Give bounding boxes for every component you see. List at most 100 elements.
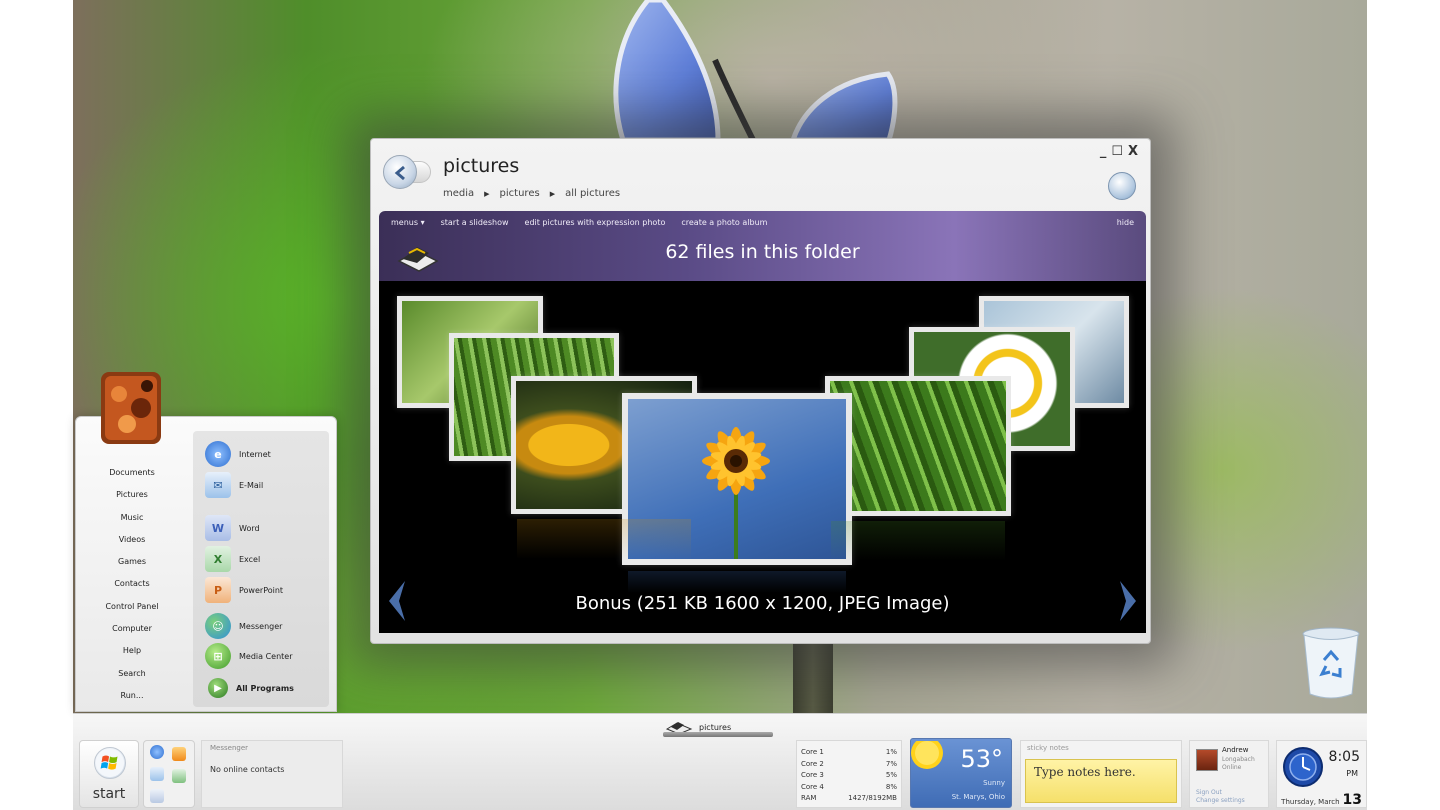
start-item-computer[interactable]: Computer (76, 618, 188, 640)
next-photo-icon[interactable] (1114, 579, 1140, 623)
photo-reflection (628, 571, 846, 593)
photo-reflection (831, 521, 1005, 561)
taskbar: pictures start Messenger No online conta… (73, 713, 1367, 810)
active-task-indicator (663, 732, 773, 737)
help-icon[interactable] (1108, 172, 1136, 200)
program-messenger[interactable]: ☺ Messenger (205, 611, 282, 641)
internet-explorer-icon: e (205, 441, 231, 467)
recycle-bin-icon[interactable] (1300, 626, 1362, 700)
clock-gadget[interactable]: 8:05 PM Thursday, March 13 (1276, 740, 1367, 808)
cpu-row: Core 4 8% (801, 782, 897, 794)
back-button[interactable] (383, 155, 417, 189)
hide-button[interactable]: hide (1117, 218, 1134, 227)
messenger-status: No online contacts (210, 765, 285, 774)
edit-pictures-button[interactable]: edit pictures with expression photo (525, 218, 666, 227)
excel-icon: X (205, 546, 231, 572)
breadcrumb-separator: ▶ (484, 189, 490, 198)
arrow-right-icon: ▶ (208, 678, 228, 698)
messenger-gadget: Messenger No online contacts (201, 740, 343, 808)
sun-icon (911, 741, 943, 769)
start-item-control-panel[interactable]: Control Panel (76, 596, 188, 618)
cpu-meter-gadget: Core 1 1% Core 2 7% Core 3 5% Core 4 8% RAM 1… (796, 740, 902, 808)
user-picture[interactable] (97, 368, 165, 448)
start-item-games[interactable]: Games (76, 551, 188, 573)
start-item-help[interactable]: Help (76, 640, 188, 662)
program-internet[interactable]: e Internet (205, 439, 271, 469)
program-label: Messenger (239, 621, 283, 631)
cpu-row: Core 3 5% (801, 770, 897, 782)
photo-carousel: Bonus (251 KB 1600 x 1200, JPEG Image) (379, 281, 1146, 633)
messenger-title: Messenger (210, 744, 249, 752)
start-button[interactable]: start (79, 740, 139, 808)
clock-date-day: 13 (1342, 792, 1362, 808)
quick-launch (143, 740, 195, 808)
taskbar-pictures-button[interactable]: pictures (663, 716, 773, 738)
photo-thumbnail[interactable] (825, 376, 1011, 516)
sticky-notes-gadget: sticky notes Type notes here. (1020, 740, 1182, 808)
breadcrumb: media ▶ pictures ▶ all pictures (443, 188, 620, 199)
start-item-documents[interactable]: Documents (76, 462, 188, 484)
maximize-button[interactable]: ☐ (1111, 144, 1123, 159)
previous-photo-icon[interactable] (385, 579, 411, 623)
weather-location: St. Marys, Ohio (951, 793, 1005, 801)
start-item-videos[interactable]: Videos (76, 529, 188, 551)
change-settings-link[interactable]: Change settings (1196, 797, 1245, 805)
cpu-row: Core 1 1% (801, 747, 897, 759)
cpu-label: Core 4 (801, 782, 824, 791)
program-email[interactable]: ✉ E-Mail (205, 470, 263, 500)
avatar[interactable] (1196, 749, 1218, 771)
internet-explorer-icon[interactable] (150, 745, 164, 759)
all-programs-button[interactable]: ▶ All Programs (205, 673, 294, 703)
messenger-icon: ☺ (205, 613, 231, 639)
start-item-music[interactable]: Music (76, 507, 188, 529)
program-label: E-Mail (239, 480, 264, 490)
weather-gadget[interactable]: 53° Sunny St. Marys, Ohio (910, 738, 1012, 808)
powerpoint-icon: P (205, 577, 231, 603)
start-menu-programs: e Internet ✉ E-Mail W Word X Excel P Pow… (193, 431, 329, 707)
window-title: pictures (443, 155, 520, 177)
cpu-value: 5% (885, 771, 897, 779)
contact-details: Longabach Online (1222, 756, 1255, 772)
breadcrumb-pictures[interactable]: pictures (500, 188, 540, 199)
command-toolbar: menus ▾ start a slideshow edit pictures … (379, 211, 1146, 281)
contact-links: Sign Out Change settings (1196, 789, 1245, 805)
mail-icon[interactable] (150, 767, 164, 781)
start-item-run[interactable]: Run... (76, 685, 188, 707)
butterfly-wallpaper (613, 0, 898, 143)
program-media-center[interactable]: ⊞ Media Center (205, 641, 293, 671)
create-album-button[interactable]: create a photo album (681, 218, 767, 227)
clock-ampm: PM (1346, 769, 1358, 778)
media-player-icon[interactable] (172, 747, 186, 761)
menus-button[interactable]: menus ▾ (391, 218, 425, 227)
cpu-row: Core 2 7% (801, 759, 897, 771)
weather-condition: Sunny (983, 779, 1005, 787)
slideshow-button[interactable]: start a slideshow (441, 218, 509, 227)
start-menu-places: Documents Pictures Music Videos Games Co… (76, 462, 188, 707)
start-item-pictures[interactable]: Pictures (76, 484, 188, 506)
start-item-search[interactable]: Search (76, 663, 188, 685)
clock-icon (1283, 747, 1323, 787)
photo-caption: Bonus (251 KB 1600 x 1200, JPEG Image) (575, 593, 950, 614)
program-label: Word (239, 523, 260, 533)
documents-icon[interactable] (150, 789, 164, 803)
program-word[interactable]: W Word (205, 513, 260, 543)
notes-input[interactable]: Type notes here. (1025, 759, 1177, 803)
program-powerpoint[interactable]: P PowerPoint (205, 575, 283, 605)
letterbox-right (1367, 0, 1440, 810)
contact-surname: Longabach (1222, 756, 1255, 763)
start-item-contacts[interactable]: Contacts (76, 573, 188, 595)
cpu-label: Core 2 (801, 759, 824, 768)
contact-name: Andrew (1222, 746, 1249, 754)
breadcrumb-media[interactable]: media (443, 188, 474, 199)
letterbox-left (0, 0, 73, 810)
close-button[interactable]: X (1128, 144, 1138, 159)
clock-time: 8:05 (1328, 749, 1360, 765)
program-excel[interactable]: X Excel (205, 544, 260, 574)
ram-label: RAM (801, 794, 817, 802)
breadcrumb-all-pictures[interactable]: all pictures (565, 188, 620, 199)
sign-out-link[interactable]: Sign Out (1196, 789, 1245, 797)
excel-icon[interactable] (172, 769, 186, 783)
contact-gadget: Andrew Longabach Online Sign Out Change … (1189, 740, 1269, 808)
minimize-button[interactable]: _ (1100, 144, 1107, 159)
cpu-label: Core 3 (801, 771, 824, 779)
